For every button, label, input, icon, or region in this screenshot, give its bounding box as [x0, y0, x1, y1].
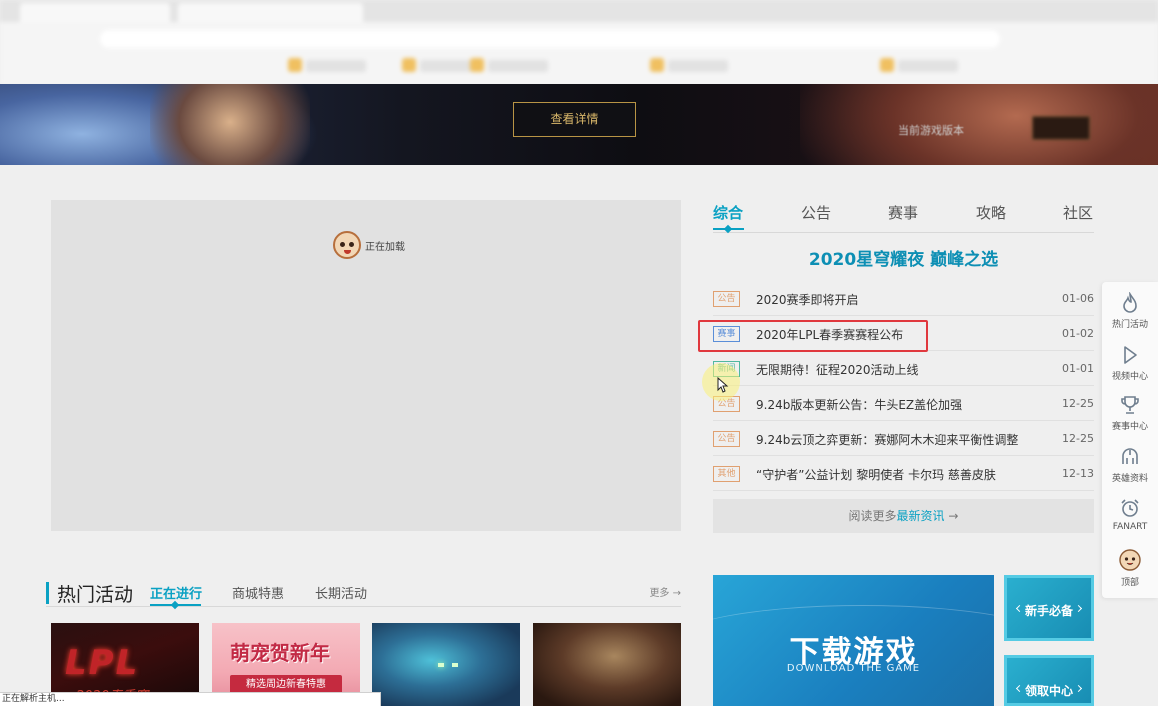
- poro-icon: [1119, 549, 1141, 571]
- news-date: 12-25: [1062, 397, 1094, 410]
- tab-long-term[interactable]: 长期活动: [315, 583, 367, 602]
- news-item[interactable]: 公告 9.24b版本更新公告：牛头EZ盖伦加强 12-25: [713, 386, 1094, 421]
- active-tab-underline: [150, 604, 201, 606]
- bookmark[interactable]: [488, 60, 548, 72]
- bookmark-icon: [470, 58, 484, 72]
- tab-guides[interactable]: 攻略: [976, 202, 1006, 223]
- trophy-icon: [1121, 396, 1139, 414]
- read-more-link[interactable]: 最新资讯: [897, 509, 945, 523]
- hot-activities-header: 热门活动 正在进行 商城特惠 长期活动 更多 →: [46, 577, 681, 607]
- activity-card[interactable]: [372, 623, 520, 706]
- active-tab-underline: [713, 228, 744, 230]
- news-item[interactable]: 其他 “守护者”公益计划 黎明使者 卡尔玛 慈善皮肤 12-13: [713, 456, 1094, 491]
- address-bar[interactable]: [100, 30, 1000, 48]
- floating-sidebar: 热门活动 视频中心 赛事中心 英雄资料 FANART 顶部: [1102, 282, 1158, 598]
- video-player[interactable]: 正在加载: [51, 200, 681, 531]
- sidebar-item-label: 顶部: [1120, 578, 1139, 588]
- bookmark-icon: [402, 58, 416, 72]
- news-item[interactable]: 新闻 无限期待！征程2020活动上线 01-01: [713, 351, 1094, 386]
- sidebar-item-match-center[interactable]: 赛事中心: [1102, 394, 1158, 432]
- read-more-button[interactable]: 阅读更多最新资讯 →: [713, 499, 1094, 533]
- sidebar-item-fanart[interactable]: FANART: [1102, 497, 1158, 532]
- bookmark[interactable]: [898, 60, 958, 72]
- helmet-icon: [1122, 448, 1138, 464]
- bookmark-icon: [880, 58, 894, 72]
- news-panel: 综合 公告 赛事 攻略 社区 2020星穹耀夜 巅峰之选 公告 2020赛季即将…: [713, 195, 1094, 533]
- loading-text: 正在加载: [365, 241, 405, 253]
- news-tag: 其他: [713, 466, 740, 482]
- news-date: 12-13: [1062, 467, 1094, 480]
- current-version-text: 当前游戏版本: [898, 124, 964, 137]
- newbie-essentials-button[interactable]: 新手必备: [1004, 575, 1094, 641]
- browser-tab-strip: [0, 0, 1158, 22]
- loading-indicator: 正在加载: [333, 231, 405, 259]
- news-title[interactable]: 无限期待！征程2020活动上线: [756, 361, 919, 378]
- news-title[interactable]: “守护者”公益计划 黎明使者 卡尔玛 慈善皮肤: [756, 466, 996, 483]
- browser-chrome: [0, 0, 1158, 84]
- download-subtitle: DOWNLOAD THE GAME: [786, 663, 921, 674]
- card-art: [438, 663, 444, 667]
- news-list: 公告 2020赛季即将开启 01-06 赛事 2020年LPL春季赛赛程公布 0…: [713, 281, 1094, 491]
- download-game-button[interactable]: 下载游戏 DOWNLOAD THE GAME: [713, 575, 994, 706]
- read-more-prefix: 阅读更多: [848, 509, 897, 523]
- browser-tab[interactable]: [178, 3, 363, 22]
- news-title[interactable]: 9.24b云顶之弈更新：赛娜阿木木迎来平衡性调整: [756, 431, 1018, 448]
- section-title: 热门活动: [57, 584, 134, 606]
- activity-card[interactable]: [533, 623, 681, 706]
- back-to-top-button[interactable]: 顶部: [1102, 548, 1158, 588]
- bookmark[interactable]: [668, 60, 728, 72]
- browser-status-bar: 正在解析主机...: [0, 692, 381, 706]
- highlight-box: [698, 320, 928, 352]
- news-title[interactable]: 2020赛季即将开启: [756, 291, 859, 308]
- arrow-right-icon: →: [948, 509, 959, 523]
- bookmark-icon: [288, 58, 302, 72]
- tab-community[interactable]: 社区: [1063, 202, 1093, 223]
- tab-matches[interactable]: 赛事: [888, 202, 918, 223]
- bookmark-icon: [650, 58, 664, 72]
- banner-right-button[interactable]: [1032, 116, 1090, 140]
- browser-tab[interactable]: [20, 3, 170, 22]
- banner-art-left-figure: [150, 84, 310, 165]
- news-date: 12-25: [1062, 432, 1094, 445]
- play-icon: [1124, 346, 1137, 364]
- news-headline[interactable]: 2020星穹耀夜 巅峰之选: [713, 245, 1094, 281]
- news-title[interactable]: 9.24b版本更新公告：牛头EZ盖伦加强: [756, 396, 962, 413]
- sidebar-item-label: 赛事中心: [1111, 422, 1148, 432]
- mouse-cursor-icon: [717, 377, 729, 393]
- tab-shop-deals[interactable]: 商城特惠: [232, 583, 284, 602]
- news-tag: 公告: [713, 291, 740, 307]
- sidebar-item-label: FANART: [1112, 522, 1148, 532]
- news-tag: 公告: [713, 431, 740, 447]
- news-date: 01-06: [1062, 292, 1094, 305]
- sidebar-item-label: 英雄资料: [1111, 474, 1148, 484]
- view-details-button[interactable]: 查看详情: [513, 102, 636, 137]
- bookmark[interactable]: [306, 60, 366, 72]
- news-item[interactable]: 公告 2020赛季即将开启 01-06: [713, 281, 1094, 316]
- sidebar-item-hero-info[interactable]: 英雄资料: [1102, 446, 1158, 484]
- tab-ongoing[interactable]: 正在进行: [150, 583, 202, 602]
- sidebar-item-video-center[interactable]: 视频中心: [1102, 344, 1158, 382]
- section-accent-bar: [46, 582, 49, 604]
- news-date: 01-02: [1062, 327, 1094, 340]
- tab-announcements[interactable]: 公告: [801, 202, 831, 223]
- sidebar-item-label: 热门活动: [1111, 320, 1148, 330]
- sidebar-item-hot-activities[interactable]: 热门活动: [1102, 292, 1158, 330]
- hero-banner: 查看详情 当前游戏版本: [0, 84, 1158, 165]
- banner-art-right: [800, 84, 1158, 165]
- claim-center-button[interactable]: 领取中心: [1004, 655, 1094, 706]
- poro-icon: [333, 231, 361, 259]
- card-title: LPL: [65, 643, 140, 683]
- news-date: 01-01: [1062, 362, 1094, 375]
- alarm-icon: [1121, 499, 1139, 517]
- tab-general[interactable]: 综合: [713, 202, 743, 223]
- flame-icon: [1123, 292, 1137, 313]
- news-item[interactable]: 公告 9.24b云顶之弈更新：赛娜阿木木迎来平衡性调整 12-25: [713, 421, 1094, 456]
- more-link[interactable]: 更多 →: [649, 584, 681, 599]
- news-tabs: 综合 公告 赛事 攻略 社区: [713, 195, 1094, 233]
- sidebar-item-label: 视频中心: [1111, 372, 1148, 382]
- card-title: 萌宠贺新年: [230, 641, 330, 665]
